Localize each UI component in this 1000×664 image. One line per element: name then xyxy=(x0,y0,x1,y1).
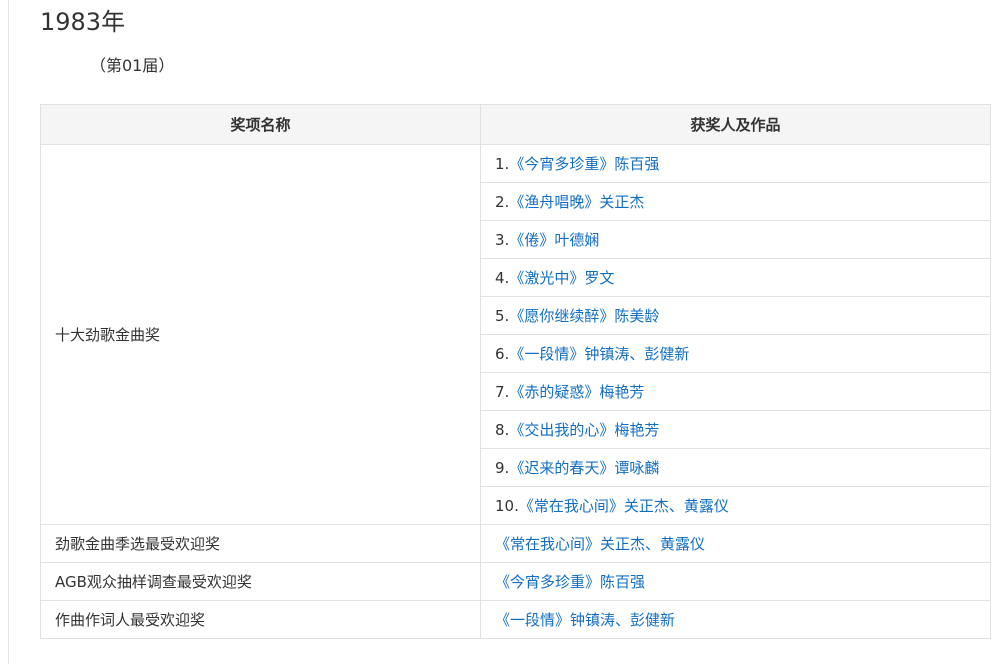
winner-link[interactable]: 《迟来的春天》谭咏麟 xyxy=(509,459,659,477)
winner-link[interactable]: 《常在我心间》关正杰、黄露仪 xyxy=(519,497,729,515)
winner-link[interactable]: 《赤的疑惑》梅艳芳 xyxy=(509,383,644,401)
rank-number: 7. xyxy=(495,383,510,401)
rank-number: 4. xyxy=(495,269,510,287)
winner-cell: 9.《迟来的春天》谭咏麟 xyxy=(480,448,991,487)
winner-cell: 《一段情》钟镇涛、彭健新 xyxy=(480,600,991,639)
winner-link[interactable]: 《今宵多珍重》陈百强 xyxy=(509,155,659,173)
winner-link[interactable]: 《常在我心间》关正杰、黄露仪 xyxy=(495,535,705,553)
edition-label: （第01届） xyxy=(90,56,175,75)
header-winners: 获奖人及作品 xyxy=(480,104,991,145)
winner-cell: 7.《赤的疑惑》梅艳芳 xyxy=(480,372,991,411)
left-divider xyxy=(8,0,9,664)
rank-number: 1. xyxy=(495,155,510,173)
winner-cell: 5.《愿你继续醉》陈美龄 xyxy=(480,296,991,335)
winner-link[interactable]: 《一段情》钟镇涛、彭健新 xyxy=(509,345,689,363)
winner-cell: 8.《交出我的心》梅艳芳 xyxy=(480,410,991,449)
rank-number: 10. xyxy=(495,497,519,515)
awards-table: 奖项名称 获奖人及作品 十大劲歌金曲奖 1.《今宵多珍重》陈百强 2.《渔舟唱晚》关… xyxy=(40,104,991,639)
rank-number: 8. xyxy=(495,421,510,439)
rank-number: 9. xyxy=(495,459,510,477)
rank-number: 6. xyxy=(495,345,510,363)
winner-link[interactable]: 《渔舟唱晚》关正杰 xyxy=(509,193,644,211)
rank-number: 2. xyxy=(495,193,510,211)
table-row: 十大劲歌金曲奖 1.《今宵多珍重》陈百强 xyxy=(40,144,991,525)
table-row: 劲歌金曲季选最受欢迎奖 《常在我心间》关正杰、黄露仪 xyxy=(40,524,991,563)
winner-cell: 1.《今宵多珍重》陈百强 xyxy=(480,144,991,183)
rank-number: 5. xyxy=(495,307,510,325)
winner-cell: 4.《激光中》罗文 xyxy=(480,258,991,297)
winner-link[interactable]: 《激光中》罗文 xyxy=(509,269,614,287)
winner-link[interactable]: 《一段情》钟镇涛、彭健新 xyxy=(495,611,675,629)
table-header-row: 奖项名称 获奖人及作品 xyxy=(40,104,991,145)
winner-cell: 2.《渔舟唱晚》关正杰 xyxy=(480,182,991,221)
table-row: 作曲作词人最受欢迎奖 《一段情》钟镇涛、彭健新 xyxy=(40,600,991,639)
table-row: AGB观众抽样调查最受欢迎奖 《今宵多珍重》陈百强 xyxy=(40,562,991,601)
award-name-cell: AGB观众抽样调查最受欢迎奖 xyxy=(40,562,481,601)
winner-cell: 《常在我心间》关正杰、黄露仪 xyxy=(480,524,991,563)
winner-cell: 《今宵多珍重》陈百强 xyxy=(480,562,991,601)
winner-link[interactable]: 《今宵多珍重》陈百强 xyxy=(495,573,645,591)
awards-table-body: 十大劲歌金曲奖 1.《今宵多珍重》陈百强 2.《渔舟唱晚》关正杰 3.《倦》叶德娴 4.… xyxy=(40,144,991,639)
award-name-cell: 劲歌金曲季选最受欢迎奖 xyxy=(40,524,481,563)
year-heading: 1983年 xyxy=(40,8,126,36)
winner-link[interactable]: 《愿你继续醉》陈美龄 xyxy=(509,307,659,325)
header-award-name: 奖项名称 xyxy=(40,104,481,145)
winner-cell: 10.《常在我心间》关正杰、黄露仪 xyxy=(480,486,991,525)
winner-cell: 6.《一段情》钟镇涛、彭健新 xyxy=(480,334,991,373)
winner-link[interactable]: 《倦》叶德娴 xyxy=(509,231,599,249)
winner-link[interactable]: 《交出我的心》梅艳芳 xyxy=(509,421,659,439)
award-name-cell: 作曲作词人最受欢迎奖 xyxy=(40,600,481,639)
rank-number: 3. xyxy=(495,231,510,249)
winner-cell: 3.《倦》叶德娴 xyxy=(480,220,991,259)
award-name-cell: 十大劲歌金曲奖 xyxy=(40,144,481,525)
